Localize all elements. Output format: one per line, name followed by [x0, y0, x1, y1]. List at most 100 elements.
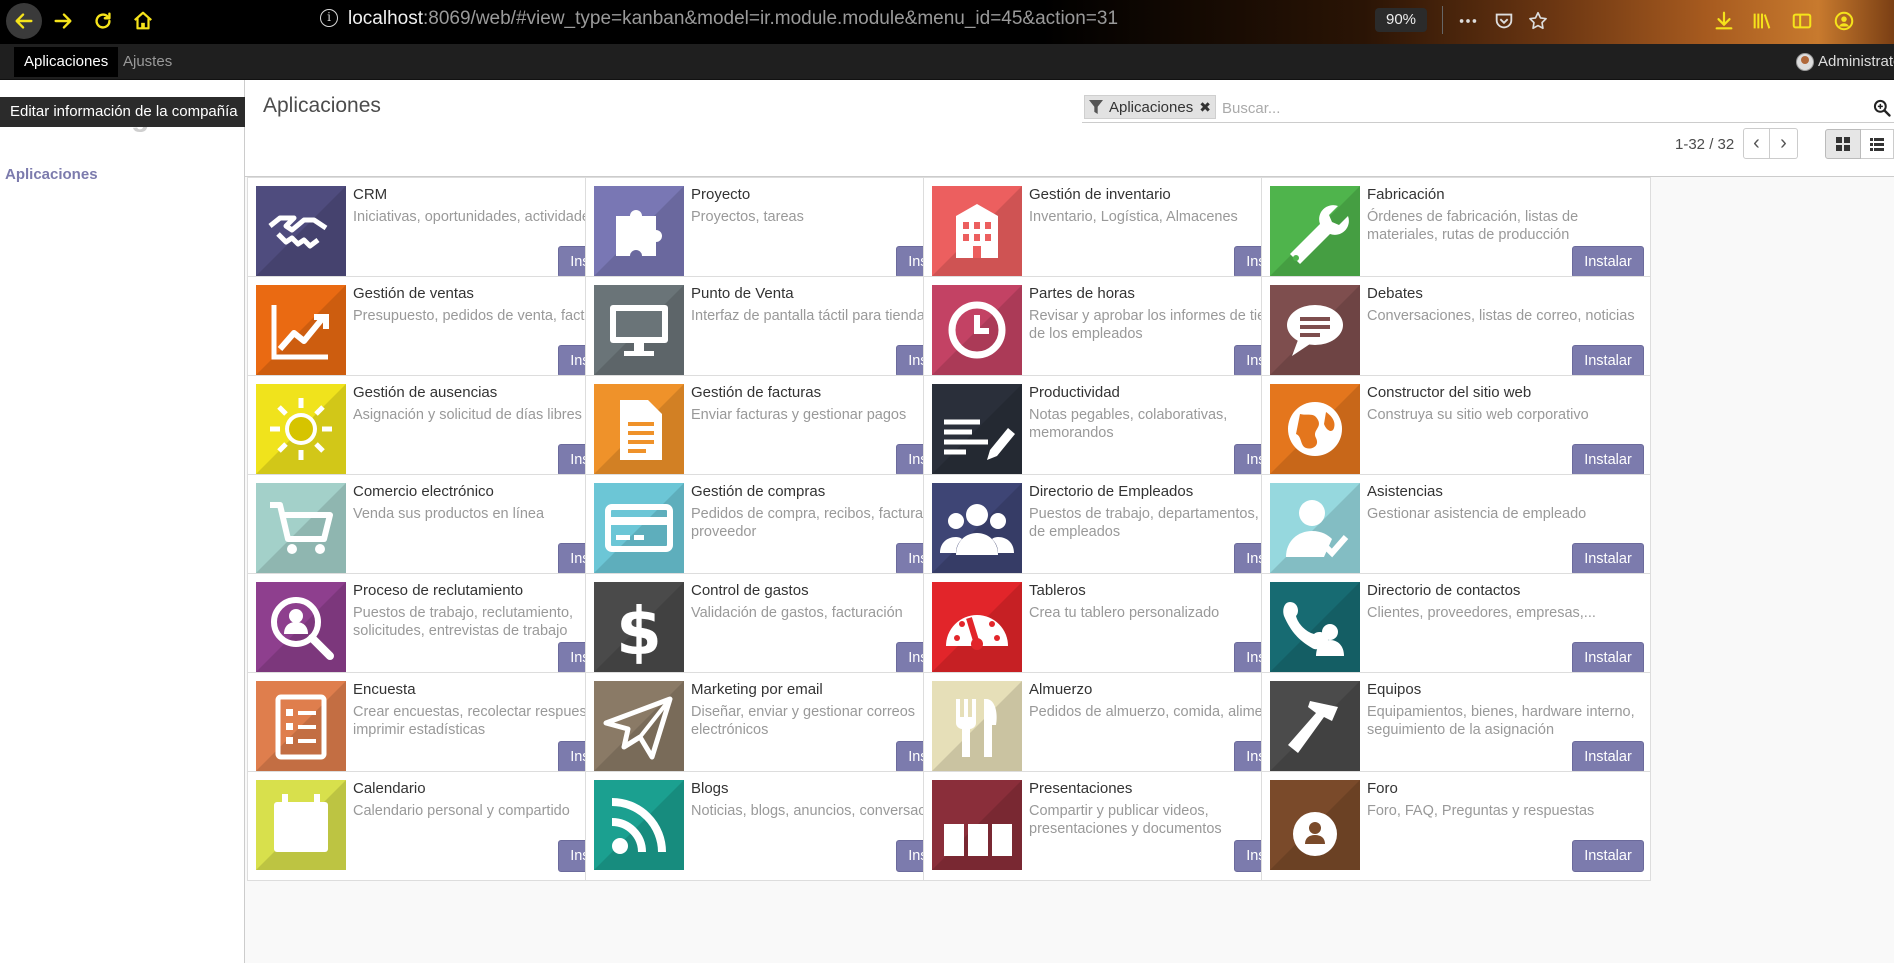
- app-card[interactable]: Asistencias Gestionar asistencia de emple…: [1261, 474, 1651, 584]
- app-card[interactable]: Presentaciones Compartir y publicar video…: [923, 771, 1313, 881]
- facet-remove-icon[interactable]: ✖: [1199, 99, 1211, 116]
- arrow-left-icon: [15, 13, 33, 29]
- install-button[interactable]: Instalar: [1572, 543, 1644, 575]
- app-card[interactable]: Debates Conversaciones, listas de correo,…: [1261, 276, 1651, 386]
- app-card[interactable]: CRM Iniciativas, oportunidades, actividad…: [247, 177, 637, 287]
- app-card[interactable]: Almuerzo Pedidos de almuerzo, comida, ali…: [923, 672, 1313, 782]
- checklist-icon: [256, 681, 346, 771]
- page-actions-button[interactable]: [1454, 7, 1482, 35]
- forum-user-icon: [1270, 780, 1360, 870]
- app-title: Asistencias: [1367, 483, 1443, 500]
- install-button[interactable]: Instalar: [1572, 345, 1644, 377]
- pager-previous-button[interactable]: ‹: [1743, 128, 1770, 159]
- install-button[interactable]: Instalar: [1572, 642, 1644, 674]
- app-card[interactable]: Directorio de Empleados Puestos de trabaj…: [923, 474, 1313, 584]
- home-button[interactable]: [128, 6, 158, 36]
- filter-icon: [1089, 100, 1103, 114]
- app-card[interactable]: Calendario Calendario personal y comparti…: [247, 771, 637, 881]
- nav-menu-ajustes[interactable]: Ajustes: [123, 47, 172, 77]
- svg-text:$: $: [616, 593, 662, 670]
- sidebar-icon: [1792, 13, 1812, 29]
- app-title: Proyecto: [691, 186, 751, 203]
- app-card[interactable]: Punto de Venta Interfaz de pantalla tácti…: [585, 276, 975, 386]
- sidebar-toggle-button[interactable]: [1788, 7, 1816, 35]
- app-card[interactable]: Foro Foro, FAQ, Preguntas y respuestas Ins…: [1261, 771, 1651, 881]
- install-button[interactable]: Instalar: [1572, 741, 1644, 773]
- app-card[interactable]: $ Control de gastos Validación de gastos, …: [585, 573, 975, 683]
- account-button[interactable]: [1830, 7, 1858, 35]
- trend-icon: [256, 285, 346, 375]
- site-info-icon[interactable]: i: [320, 9, 338, 27]
- forward-button[interactable]: [48, 6, 78, 36]
- account-icon: [1834, 11, 1854, 31]
- app-card[interactable]: Gestión de ausencias Asignación y solicit…: [247, 375, 637, 485]
- url-bar[interactable]: localhost:8069/web/#view_type=kanban&mod…: [348, 8, 1118, 30]
- search-facet[interactable]: Aplicaciones ✖: [1084, 95, 1216, 119]
- app-card[interactable]: Productividad Notas pegables, colaborativ…: [923, 375, 1313, 485]
- app-card[interactable]: Blogs Noticias, blogs, anuncios, conversa…: [585, 771, 975, 881]
- app-title: Control de gastos: [691, 582, 809, 599]
- app-card[interactable]: Directorio de contactos Clientes, proveed…: [1261, 573, 1651, 683]
- reload-button[interactable]: [88, 6, 118, 36]
- app-card[interactable]: Marketing por email Diseñar, enviar y ges…: [585, 672, 975, 782]
- sidebar-item-aplicaciones[interactable]: Aplicaciones: [5, 166, 98, 183]
- handshake-icon: [256, 186, 346, 276]
- app-title: Almuerzo: [1029, 681, 1093, 698]
- search-icon[interactable]: [1872, 98, 1892, 118]
- cart-icon: [256, 483, 346, 573]
- search-view: Aplicaciones ✖: [1082, 93, 1894, 123]
- app-title: Foro: [1367, 780, 1398, 797]
- clock-icon: [932, 285, 1022, 375]
- app-card[interactable]: Encuesta Crear encuestas, recolectar resp…: [247, 672, 637, 782]
- nav-menu-aplicaciones[interactable]: Aplicaciones: [14, 47, 119, 77]
- app-title: Punto de Venta: [691, 285, 794, 302]
- grid-icon: [1836, 137, 1850, 151]
- app-title: Blogs: [691, 780, 729, 797]
- puzzle-icon: [594, 186, 684, 276]
- zoom-level-badge[interactable]: 90%: [1375, 8, 1427, 32]
- chevron-left-icon: ‹: [1753, 132, 1760, 154]
- app-card[interactable]: Gestión de facturas Enviar facturas y ges…: [585, 375, 975, 485]
- app-card[interactable]: Proceso de reclutamiento Puestos de traba…: [247, 573, 637, 683]
- app-summary: Equipamientos, bienes, hardware interno,…: [1367, 704, 1635, 738]
- contact-phone-icon: [1270, 582, 1360, 672]
- app-card[interactable]: Partes de horas Revisar y aprobar los inf…: [923, 276, 1313, 386]
- app-summary: Clientes, proveedores, empresas,...: [1367, 605, 1596, 621]
- app-title: Presentaciones: [1029, 780, 1133, 797]
- kanban-view-button[interactable]: [1825, 129, 1861, 159]
- pocket-button[interactable]: [1490, 7, 1518, 35]
- app-card[interactable]: Gestión de ventas Presupuesto, pedidos de…: [247, 276, 637, 386]
- install-button[interactable]: Instalar: [1572, 840, 1644, 872]
- pager-next-button[interactable]: ›: [1770, 128, 1798, 159]
- downloads-button[interactable]: [1710, 7, 1738, 35]
- control-panel: Aplicaciones Aplicaciones ✖ 1-32 / 32 ‹ …: [245, 80, 1894, 177]
- document-icon: [594, 384, 684, 474]
- url-path: :8069/web/#view_type=kanban&model=ir.mod…: [423, 8, 1119, 29]
- user-avatar[interactable]: [1796, 53, 1814, 71]
- app-title: Comercio electrónico: [353, 483, 494, 500]
- library-button[interactable]: [1748, 7, 1776, 35]
- app-card[interactable]: Gestión de inventario Inventario, Logísti…: [923, 177, 1313, 287]
- back-button[interactable]: [6, 3, 42, 39]
- app-card[interactable]: Comercio electrónico Venda sus productos …: [247, 474, 637, 584]
- app-card[interactable]: Fabricación Órdenes de fabricación, lista…: [1261, 177, 1651, 287]
- app-card[interactable]: ProyectoProyectos, tareasInstalar: [585, 177, 975, 287]
- app-title: Equipos: [1367, 681, 1422, 698]
- pager-value[interactable]: 1-32 / 32: [1675, 136, 1734, 153]
- list-view-button[interactable]: [1861, 129, 1894, 159]
- page-title: Aplicaciones: [263, 94, 381, 117]
- app-card[interactable]: Gestión de compras Pedidos de compra, rec…: [585, 474, 975, 584]
- user-menu-name[interactable]: Administrator: [1818, 53, 1894, 70]
- rss-icon: [594, 780, 684, 870]
- pocket-icon: [1495, 13, 1513, 29]
- install-button[interactable]: Instalar: [1572, 444, 1644, 476]
- app-card[interactable]: Constructor del sitio web Construya su si…: [1261, 375, 1651, 485]
- app-title: CRM: [353, 186, 388, 203]
- install-button[interactable]: Instalar: [1572, 246, 1644, 278]
- sidebar: Your logo Editar información de la compa…: [0, 80, 248, 963]
- bookmark-star-button[interactable]: [1524, 7, 1552, 35]
- search-input[interactable]: [1222, 97, 1842, 119]
- app-card[interactable]: TablerosCrea tu tablero personalizadoIns…: [923, 573, 1313, 683]
- app-title: Gestión de compras: [691, 483, 826, 500]
- app-card[interactable]: Equipos Equipamientos, bienes, hardware i…: [1261, 672, 1651, 782]
